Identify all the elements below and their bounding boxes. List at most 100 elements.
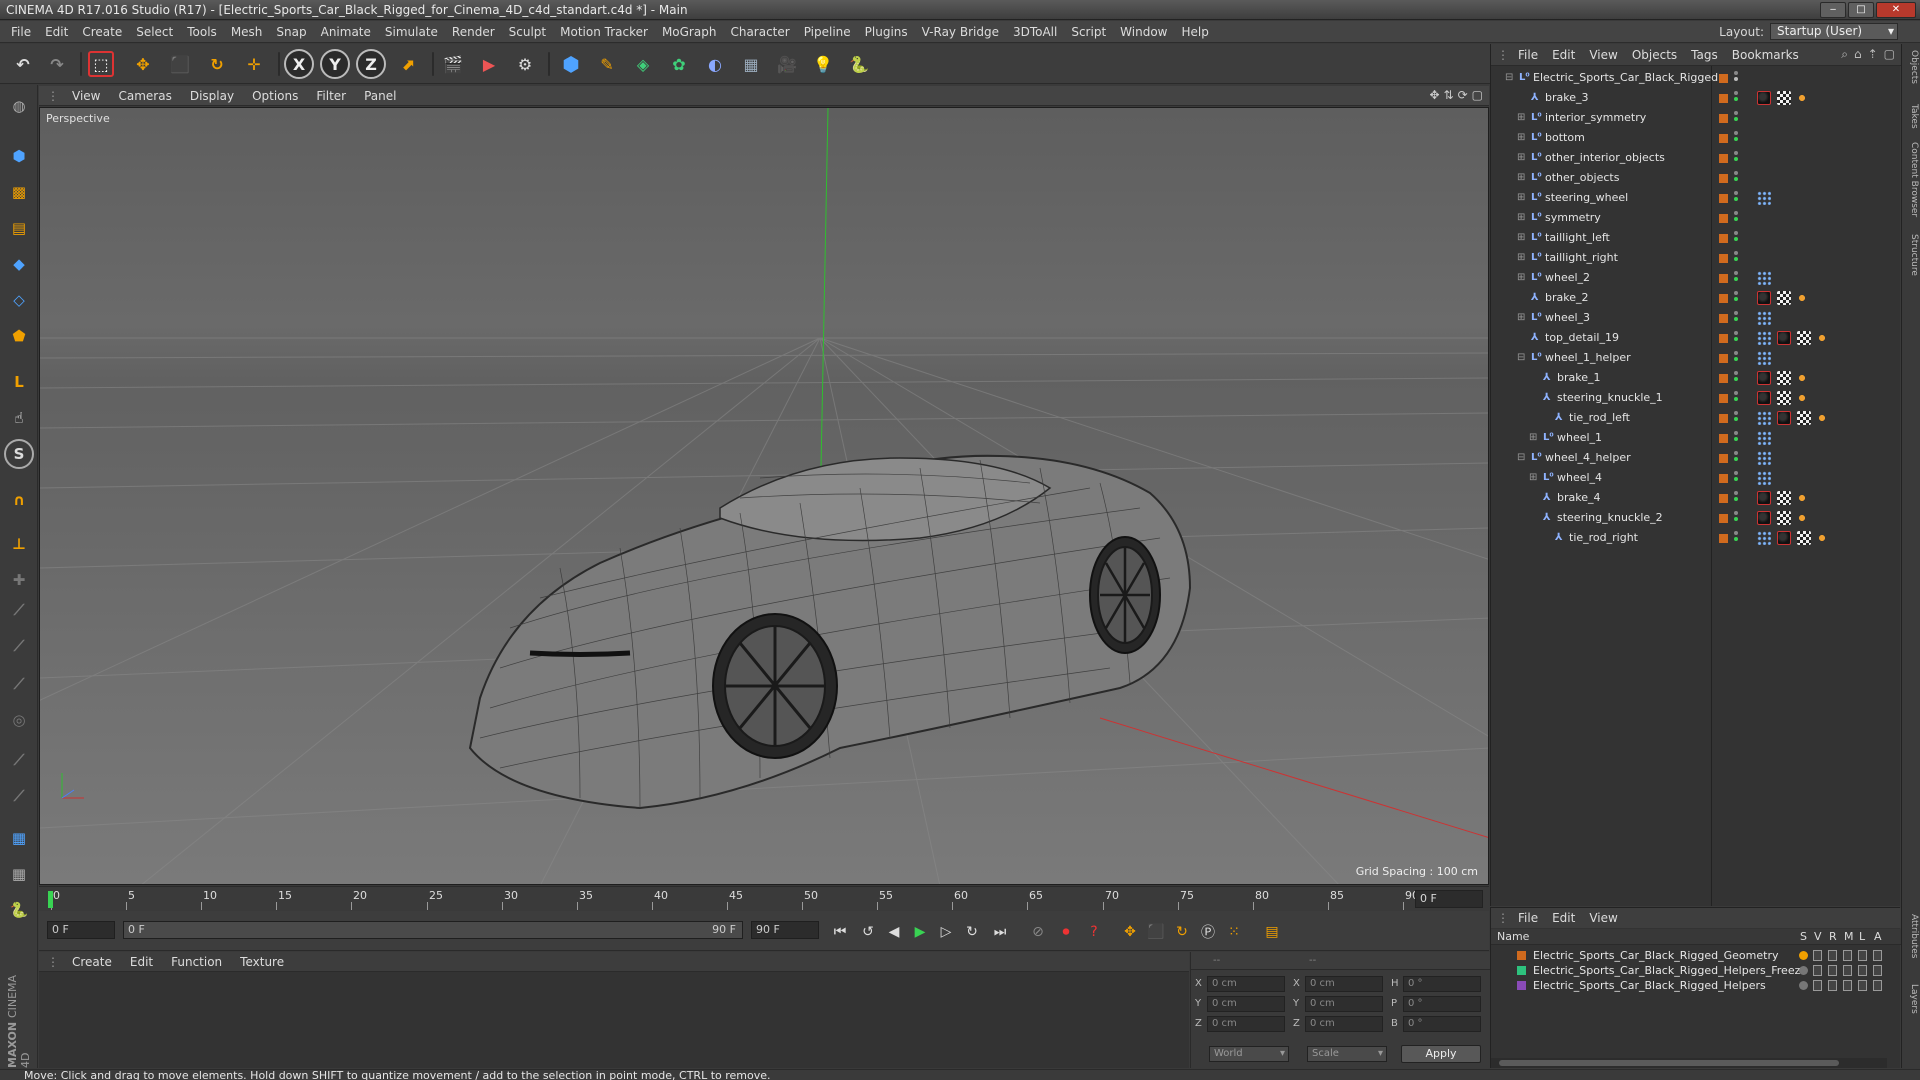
menu-mesh[interactable]: Mesh — [224, 21, 270, 43]
phong-tag-icon[interactable] — [1817, 413, 1827, 423]
snapping-icon[interactable]: S — [4, 439, 34, 469]
menu-mograph[interactable]: MoGraph — [655, 21, 724, 43]
layer-render-toggle[interactable] — [1828, 950, 1837, 961]
layer-color-swatch[interactable] — [1719, 334, 1728, 343]
play-icon[interactable]: ▶ — [909, 921, 931, 943]
side-tab-takes[interactable]: Takes — [1904, 104, 1919, 129]
timeline-ruler[interactable]: 0 5 10 15 20 25 30 35 40 45 50 55 60 65 70 75 80 85 90 0 F — [39, 886, 1489, 910]
object-row[interactable]: ⅄ brake_4 — [1491, 488, 1901, 508]
search-icon[interactable]: ⌕ — [1841, 47, 1848, 62]
menu-animate[interactable]: Animate — [314, 21, 378, 43]
layer-lock-icon[interactable]: ▦ — [4, 859, 34, 889]
ik-tag-icon[interactable] — [1757, 271, 1771, 285]
expand-toggle-icon[interactable]: ⊞ — [1517, 168, 1525, 188]
side-tab-structure[interactable]: Structure — [1904, 234, 1919, 276]
layer-color-swatch[interactable] — [1719, 274, 1728, 283]
z-axis-icon[interactable]: Z — [356, 49, 386, 79]
layer-color-swatch[interactable] — [1719, 354, 1728, 363]
material-tag-icon[interactable] — [1757, 91, 1771, 105]
coord-a-field[interactable]: 0 cm — [1207, 976, 1285, 992]
end-frame-field[interactable]: 0 F — [1415, 890, 1483, 908]
material-menu-function[interactable]: Function — [162, 955, 231, 969]
layer-solo-toggle[interactable] — [1799, 966, 1808, 975]
visibility-dots[interactable] — [1734, 491, 1738, 505]
material-tag-icon[interactable] — [1777, 531, 1791, 545]
menu-script[interactable]: Script — [1064, 21, 1113, 43]
phong-tag-icon[interactable] — [1817, 533, 1827, 543]
grid-lock-icon[interactable]: ▦ — [4, 823, 34, 853]
points-mode-icon[interactable]: ◆ — [4, 249, 34, 279]
scrollbar-thumb[interactable] — [1499, 1060, 1839, 1066]
visibility-dots[interactable] — [1734, 111, 1738, 125]
menu-render[interactable]: Render — [445, 21, 502, 43]
object-row[interactable]: ⊞ L⁰ steering_wheel — [1491, 188, 1901, 208]
menu-tools[interactable]: Tools — [180, 21, 224, 43]
transform-icon[interactable]: ✛ — [239, 49, 269, 79]
expand-toggle-icon[interactable]: ⊞ — [1517, 208, 1525, 228]
expand-toggle-icon[interactable]: ⊞ — [1517, 188, 1525, 208]
floor-icon[interactable]: ▦ — [736, 49, 766, 79]
key-scale-icon[interactable]: ⬛ — [1145, 921, 1167, 943]
layer-render-toggle[interactable] — [1828, 965, 1837, 976]
phong-tag-icon[interactable] — [1817, 333, 1827, 343]
expand-toggle-icon[interactable]: ⊞ — [1529, 428, 1537, 448]
object-menu-view[interactable]: View — [1582, 48, 1624, 62]
model-mode-icon[interactable]: ⬢ — [4, 141, 34, 171]
visibility-dots[interactable] — [1734, 451, 1738, 465]
key-pla-icon[interactable]: ⁙ — [1223, 921, 1245, 943]
visibility-dots[interactable] — [1734, 271, 1738, 285]
phong-tag-icon[interactable] — [1797, 373, 1807, 383]
coord-c-field[interactable]: 0 ° — [1403, 996, 1481, 1012]
python-console-icon[interactable]: 🐍 — [4, 895, 34, 925]
timeline-window-icon[interactable]: ▤ — [1261, 921, 1283, 943]
magnet-icon[interactable]: ∩ — [4, 485, 34, 515]
light-icon[interactable]: 💡 — [808, 49, 838, 79]
python-icon[interactable]: 🐍 — [844, 49, 874, 79]
object-row[interactable]: ⊟ L⁰ wheel_1_helper — [1491, 348, 1901, 368]
expand-toggle-icon[interactable]: ⊞ — [1517, 308, 1525, 328]
smooth-brush-icon[interactable]: ⟋ — [4, 781, 34, 811]
layer-visible-toggle[interactable] — [1813, 950, 1822, 961]
texture-mode-icon[interactable]: ▩ — [4, 177, 34, 207]
layer-color-swatch[interactable] — [1719, 314, 1728, 323]
visibility-dots[interactable] — [1734, 411, 1738, 425]
range-slider[interactable]: 0 F 90 F — [123, 921, 743, 939]
expand-toggle-icon[interactable]: ⊟ — [1517, 448, 1525, 468]
viewport-menu-filter[interactable]: Filter — [307, 89, 355, 103]
coord-transform-dropdown[interactable]: Scale ▾ — [1307, 1046, 1387, 1062]
visibility-dots[interactable] — [1734, 511, 1738, 525]
layer-color-swatch[interactable] — [1719, 494, 1728, 503]
edit-render-settings-icon[interactable]: ⚙ — [510, 49, 540, 79]
viewport-menu-cameras[interactable]: Cameras — [109, 89, 180, 103]
layer-scrollbar[interactable] — [1491, 1058, 1887, 1068]
make-editable-icon[interactable]: ◍ — [4, 91, 34, 121]
material-tag-icon[interactable] — [1757, 291, 1771, 305]
menu-pipeline[interactable]: Pipeline — [797, 21, 858, 43]
new-view-icon[interactable]: ▢ — [1884, 47, 1895, 62]
material-menu-texture[interactable]: Texture — [231, 955, 293, 969]
menu-create[interactable]: Create — [75, 21, 129, 43]
layer-color-swatch[interactable] — [1719, 414, 1728, 423]
autokey-icon[interactable]: ⏺ — [1055, 921, 1077, 943]
sculpt-brush-icon[interactable]: ⟋ — [4, 745, 34, 775]
object-row[interactable]: ⊞ L⁰ bottom — [1491, 128, 1901, 148]
layer-row[interactable]: Electric_Sports_Car_Black_Rigged_Geometr… — [1491, 948, 1901, 963]
enable-axis-icon[interactable]: L — [4, 367, 34, 397]
side-tab-objects[interactable]: Objects — [1904, 50, 1919, 84]
texture-tag-icon[interactable] — [1777, 511, 1791, 525]
dolly-icon[interactable]: ⇅ — [1444, 88, 1454, 102]
object-row[interactable]: ⊞ L⁰ other_interior_objects — [1491, 148, 1901, 168]
viewport-menu-display[interactable]: Display — [181, 89, 243, 103]
texture-tag-icon[interactable] — [1777, 491, 1791, 505]
menu-select[interactable]: Select — [129, 21, 180, 43]
object-row[interactable]: ⊞ L⁰ wheel_3 — [1491, 308, 1901, 328]
menu-snap[interactable]: Snap — [269, 21, 313, 43]
menu-v-ray-bridge[interactable]: V-Ray Bridge — [915, 21, 1006, 43]
menu-edit[interactable]: Edit — [38, 21, 75, 43]
render-picture-viewer-icon[interactable]: ▶ — [474, 49, 504, 79]
visibility-dots[interactable] — [1734, 251, 1738, 265]
scale-icon[interactable]: ⬛ — [165, 49, 195, 79]
frame-ruler[interactable]: 0 5 10 15 20 25 30 35 40 45 50 55 60 65 70 75 80 85 90 — [51, 887, 1419, 911]
object-menu-objects[interactable]: Objects — [1625, 48, 1684, 62]
visibility-dots[interactable] — [1734, 191, 1738, 205]
